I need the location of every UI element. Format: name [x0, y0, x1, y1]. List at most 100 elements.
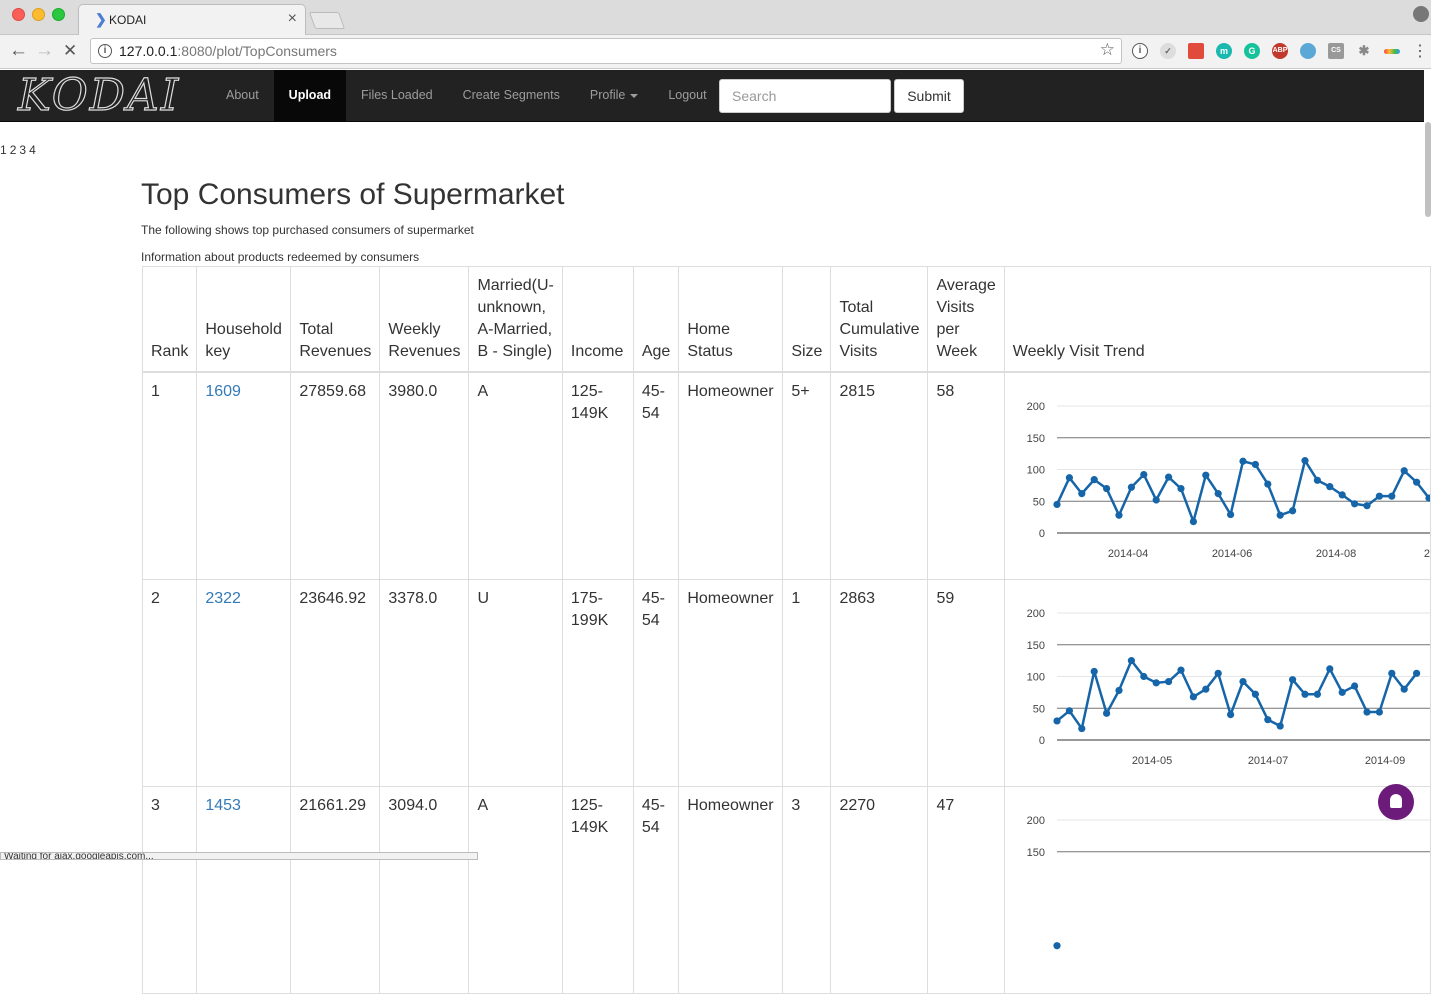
close-window-button[interactable] — [12, 8, 25, 21]
scrollbar-thumb[interactable] — [1425, 122, 1431, 217]
page-link[interactable]: 3 — [19, 143, 26, 157]
close-tab-icon[interactable]: × — [288, 10, 297, 28]
series-line — [1055, 657, 1418, 732]
data-point — [1301, 457, 1309, 465]
extension-info-icon[interactable]: i — [1132, 43, 1148, 59]
page-link[interactable]: 1 — [0, 143, 7, 157]
nav-logout[interactable]: Logout — [653, 70, 721, 121]
page-title: Top Consumers of Supermarket — [141, 178, 565, 211]
cell-age: 45-54 — [632, 371, 680, 580]
household-key-link[interactable]: 2322 — [205, 590, 241, 607]
info-icon[interactable]: i — [98, 44, 112, 58]
household-key-link[interactable]: 1453 — [205, 797, 241, 814]
extension-tool-icon[interactable]: ✱ — [1356, 43, 1372, 59]
data-point — [1276, 721, 1284, 730]
table-caption: Information about products redeemed by c… — [141, 250, 420, 264]
data-point — [1214, 490, 1222, 498]
minimize-window-button[interactable] — [32, 8, 45, 21]
data-point — [1412, 478, 1420, 486]
submit-button[interactable]: Submit — [894, 79, 964, 113]
tab-title: KODAI — [109, 13, 147, 27]
cell-size: 1 — [782, 578, 832, 787]
y-tick-label: 100 — [1026, 465, 1044, 477]
data-point — [1189, 517, 1197, 526]
cell-income: 125-149K — [561, 785, 634, 994]
page-link[interactable]: 4 — [29, 143, 36, 157]
data-point — [1263, 480, 1272, 488]
back-icon[interactable]: ← — [9, 40, 28, 62]
cell-rank: 1 — [141, 371, 198, 580]
cell-rank: 2 — [141, 578, 198, 787]
extension-grammarly-icon[interactable]: G — [1244, 43, 1260, 59]
cell-total-revenues: 21661.29 — [290, 785, 381, 994]
data-point — [1201, 685, 1210, 693]
chat-widget-button[interactable] — [1378, 784, 1414, 820]
y-tick-label: 0 — [1039, 735, 1045, 747]
extension-check-icon[interactable]: ✓ — [1160, 43, 1176, 59]
cell-weekly-visit-trend: 200 150 — [1003, 785, 1431, 994]
browser-tab[interactable]: ❯ KODAI × — [78, 4, 306, 35]
profile-icon[interactable] — [1413, 6, 1429, 22]
cell-married: A — [468, 785, 563, 994]
nav-files-loaded[interactable]: Files Loaded — [346, 70, 448, 121]
extension-calendar-icon[interactable] — [1188, 43, 1204, 59]
data-point — [1313, 690, 1321, 698]
data-point — [1127, 656, 1135, 664]
header-rank: Rank — [141, 266, 198, 373]
extension-ghostery-icon[interactable] — [1300, 43, 1316, 59]
data-point — [1127, 483, 1135, 491]
table-header-row: Rank Household key Total Revenues Weekly… — [141, 266, 1431, 373]
site-navbar: KODAI About Upload Files Loaded Create S… — [0, 69, 1424, 122]
extension-m-icon[interactable]: m — [1216, 43, 1232, 59]
data-point — [1102, 484, 1110, 493]
stop-loading-icon[interactable]: ✕ — [63, 40, 77, 62]
cell-size: 5+ — [782, 371, 832, 580]
extension-cs-icon[interactable]: CS — [1328, 43, 1344, 59]
nav-profile-dropdown[interactable]: Profile — [575, 70, 653, 121]
data-point — [1226, 510, 1234, 519]
data-point — [1152, 678, 1160, 686]
extension-abp-icon[interactable]: ABP — [1272, 43, 1288, 59]
cell-size: 3 — [782, 785, 832, 994]
header-weekly-visit-trend: Weekly Visit Trend — [1003, 266, 1431, 373]
nav-about[interactable]: About — [211, 70, 274, 121]
extension-rainbow-icon[interactable] — [1384, 49, 1400, 54]
data-point — [1263, 715, 1272, 723]
data-point — [1288, 507, 1296, 515]
household-key-link[interactable]: 1609 — [205, 383, 241, 400]
nav-upload[interactable]: Upload — [273, 70, 347, 121]
cell-rank: 3 — [141, 785, 198, 994]
cell-home-status: Homeowner — [678, 371, 784, 580]
y-tick-label: 0 — [1039, 528, 1045, 540]
search-input[interactable]: Search — [719, 79, 891, 113]
cell-average-visits: 58 — [927, 371, 1005, 580]
data-point — [1090, 667, 1098, 675]
x-tick-label: 2014-08 — [1316, 548, 1356, 560]
y-tick-label: 200 — [1026, 815, 1044, 827]
new-tab-button[interactable] — [308, 12, 346, 29]
data-point — [1164, 473, 1172, 481]
bookmark-star-icon[interactable]: ☆ — [1100, 40, 1115, 60]
data-point — [1177, 484, 1185, 493]
address-bar[interactable]: i 127.0.0.1:8080/plot/TopConsumers ☆ — [90, 38, 1122, 64]
table-row: 1 1609 27859.68 3980.0 A 125-149K 45-54 … — [141, 371, 1431, 580]
data-point — [1164, 677, 1172, 685]
data-point — [1325, 483, 1334, 491]
y-tick-label: 100 — [1026, 671, 1044, 683]
cell-age: 45-54 — [632, 578, 680, 787]
menu-icon[interactable]: ⋮ — [1412, 41, 1428, 63]
forward-icon[interactable]: → — [35, 40, 54, 62]
y-tick-label: 50 — [1033, 703, 1045, 715]
cell-weekly-visit-trend: 200 150 100 50 0 2014-04 2014-06 2014-08 201 — [1003, 371, 1431, 580]
y-tick-label: 50 — [1033, 496, 1045, 508]
nav-create-segments[interactable]: Create Segments — [448, 70, 575, 121]
data-point — [1412, 669, 1420, 677]
browser-toolbar: ← → ✕ i 127.0.0.1:8080/plot/TopConsumers… — [0, 35, 1431, 69]
data-point — [1375, 492, 1383, 500]
brand-logo[interactable]: KODAI — [17, 69, 180, 122]
maximize-window-button[interactable] — [52, 8, 65, 21]
y-tick-label: 150 — [1026, 846, 1044, 858]
page-link[interactable]: 2 — [10, 143, 17, 157]
data-point — [1363, 502, 1371, 510]
weekly-visit-chart: 200 150 100 50 0 2014-05 2014-07 2014-09 — [1026, 608, 1430, 767]
